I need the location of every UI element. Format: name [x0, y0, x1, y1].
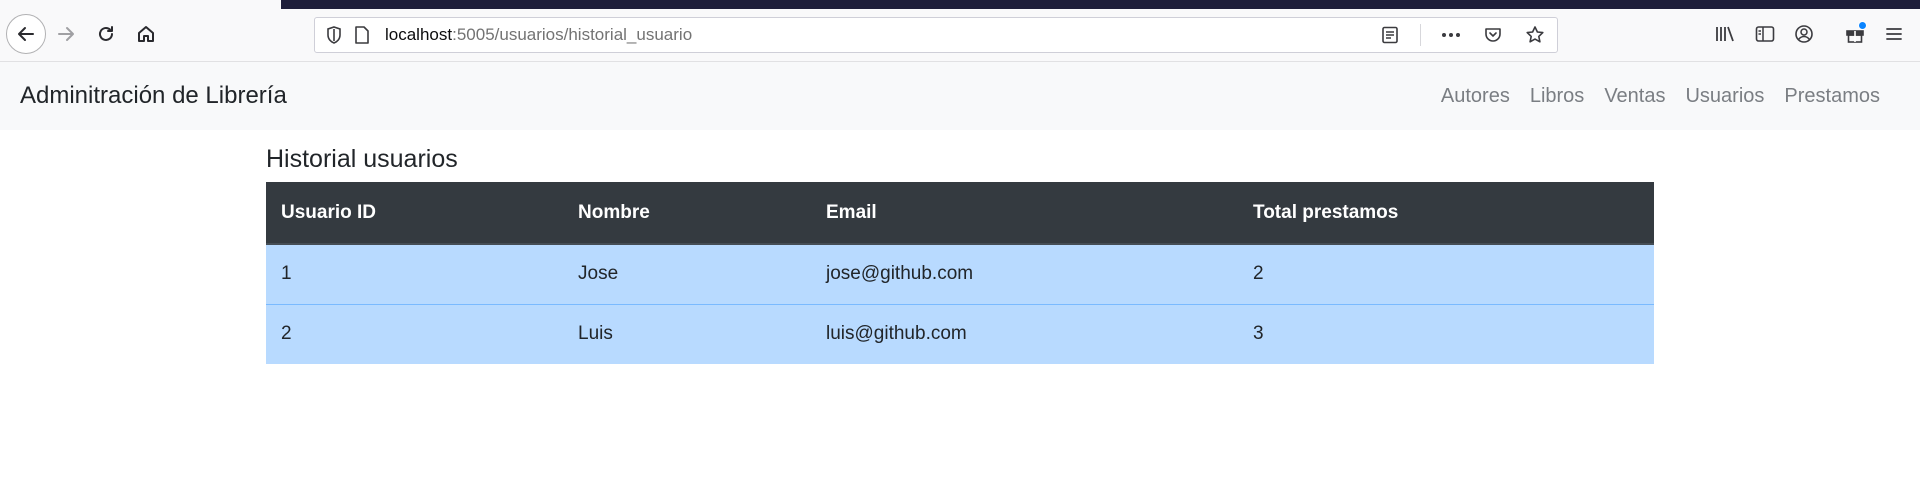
star-icon[interactable]: [1523, 23, 1547, 47]
history-table: Usuario ID Nombre Email Total prestamos …: [266, 182, 1654, 364]
reader-view-icon[interactable]: [1378, 23, 1402, 47]
address-bar[interactable]: localhost:5005/usuarios/historial_usuari…: [314, 17, 1558, 53]
account-icon[interactable]: [1792, 16, 1816, 52]
cell-nombre: Jose: [563, 244, 811, 304]
column-header-usuario-id: Usuario ID: [266, 182, 563, 245]
table-header-row: Usuario ID Nombre Email Total prestamos: [266, 182, 1654, 245]
page-icon: [351, 24, 373, 46]
main-content: Historial usuarios Usuario ID Nombre Ema…: [266, 143, 1654, 364]
nav-link-libros[interactable]: Libros: [1520, 85, 1594, 108]
shield-icon[interactable]: [323, 24, 345, 46]
pocket-icon[interactable]: [1481, 23, 1505, 47]
notification-badge: [1858, 21, 1867, 30]
home-icon[interactable]: [128, 16, 164, 52]
cell-total-prestamos: 3: [1238, 303, 1654, 364]
url-path: :5005/usuarios/historial_usuario: [452, 25, 693, 44]
nav-link-usuarios[interactable]: Usuarios: [1675, 85, 1774, 108]
sidebar-icon[interactable]: [1753, 16, 1777, 52]
forward-icon[interactable]: [48, 16, 84, 52]
nav-links: Autores Libros Ventas Usuarios Prestamos: [1431, 62, 1890, 130]
app-navbar: Adminitración de Librería Autores Libros…: [0, 62, 1920, 130]
gift-icon[interactable]: [1843, 16, 1867, 52]
menu-icon[interactable]: [1882, 16, 1906, 52]
navbar-brand[interactable]: Adminitración de Librería: [20, 62, 287, 130]
more-icon[interactable]: [1439, 23, 1463, 47]
column-header-total-prestamos: Total prestamos: [1238, 182, 1654, 245]
cell-nombre: Luis: [563, 303, 811, 364]
back-icon[interactable]: [6, 14, 46, 54]
cell-email: luis@github.com: [811, 303, 1238, 364]
reload-icon[interactable]: [88, 16, 124, 52]
nav-link-ventas[interactable]: Ventas: [1594, 85, 1675, 108]
divider: [1420, 24, 1421, 46]
nav-link-autores[interactable]: Autores: [1431, 85, 1520, 108]
cell-usuario-id: 2: [266, 303, 563, 364]
table-row: 1 Jose jose@github.com 2: [266, 244, 1654, 304]
url-host: localhost: [385, 25, 453, 44]
page-title: Historial usuarios: [266, 145, 458, 173]
cell-usuario-id: 1: [266, 244, 563, 304]
column-header-nombre: Nombre: [563, 182, 811, 245]
window-titlebar: [281, 0, 1920, 9]
library-icon[interactable]: [1714, 16, 1738, 52]
nav-link-prestamos[interactable]: Prestamos: [1774, 85, 1890, 108]
cell-email: jose@github.com: [811, 244, 1238, 304]
cell-total-prestamos: 2: [1238, 244, 1654, 304]
url-text[interactable]: localhost:5005/usuarios/historial_usuari…: [385, 25, 692, 45]
table-row: 2 Luis luis@github.com 3: [266, 303, 1654, 364]
browser-toolbar: localhost:5005/usuarios/historial_usuari…: [0, 0, 1920, 62]
column-header-email: Email: [811, 182, 1238, 245]
